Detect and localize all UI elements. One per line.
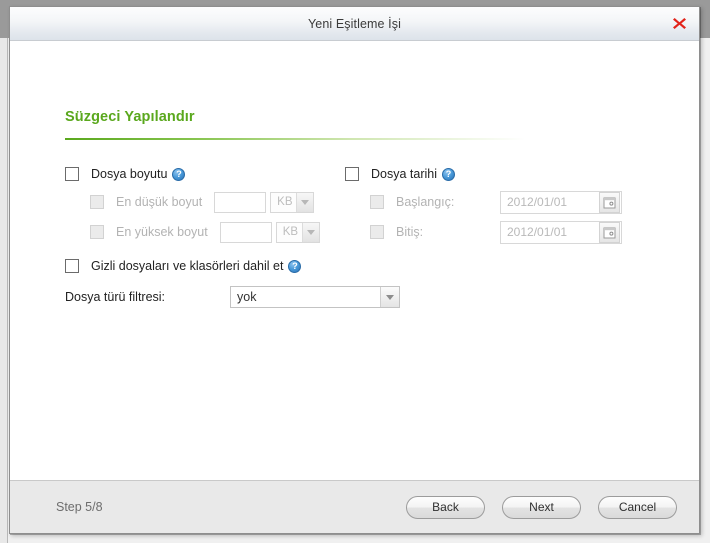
- max-size-label: En yüksek boyut: [116, 225, 208, 239]
- next-button[interactable]: Next: [502, 495, 581, 519]
- max-size-input[interactable]: [219, 221, 272, 243]
- min-size-row: En düşük boyut KB: [65, 191, 345, 213]
- end-date-checkbox[interactable]: [370, 225, 384, 239]
- dialog-footer: Step 5/8 Back Next Cancel: [10, 480, 699, 533]
- hidden-files-label: Gizli dosyaları ve klasörleri dahil et: [91, 259, 284, 273]
- start-date-label: Başlangıç:: [396, 195, 455, 209]
- min-size-unit-value: KB: [277, 196, 293, 208]
- chevron-down-icon: [380, 287, 399, 307]
- section-header: Süzgeci Yapılandır: [65, 109, 525, 140]
- type-filter-select[interactable]: yok: [230, 286, 400, 308]
- start-date-checkbox[interactable]: [370, 195, 384, 209]
- size-and-date-groups: Dosya boyutu ? En düşük boyut KB En yüks…: [65, 165, 665, 244]
- end-date-field[interactable]: 2012/01/01: [500, 220, 622, 244]
- type-filter-label: Dosya türü filtresi:: [65, 290, 166, 304]
- back-button[interactable]: Back: [406, 495, 485, 519]
- max-size-checkbox[interactable]: [90, 225, 104, 239]
- file-size-checkbox-row: Dosya boyutu ?: [65, 165, 345, 183]
- type-filter-row: Dosya türü filtresi: yok: [65, 286, 665, 308]
- section-divider: [65, 138, 525, 140]
- calendar-icon[interactable]: [599, 221, 620, 243]
- min-size-label: En düşük boyut: [116, 195, 203, 209]
- max-size-unit-select[interactable]: KB: [275, 221, 320, 243]
- chevron-down-icon: [301, 222, 319, 242]
- max-size-row: En yüksek boyut KB: [65, 221, 345, 243]
- cancel-button[interactable]: Cancel: [598, 495, 677, 519]
- file-size-checkbox[interactable]: [65, 167, 79, 181]
- step-indicator: Step 5/8: [56, 500, 103, 514]
- file-size-label: Dosya boyutu: [91, 167, 168, 181]
- chevron-down-icon: [296, 192, 314, 212]
- type-filter-value: yok: [237, 290, 257, 304]
- file-size-group: Dosya boyutu ? En düşük boyut KB En yüks…: [65, 165, 345, 243]
- end-date-row: Bitiş: 2012/01/01: [345, 220, 645, 244]
- dialog-body: Süzgeci Yapılandır Dosya boyutu ? En düş…: [10, 41, 699, 480]
- end-date-label: Bitiş:: [396, 225, 424, 239]
- file-size-help-icon[interactable]: ?: [172, 167, 186, 181]
- dialog-titlebar: Yeni Eşitleme İşi: [10, 7, 699, 41]
- hidden-files-checkbox[interactable]: [65, 259, 79, 273]
- hidden-files-help-icon[interactable]: ?: [288, 259, 302, 273]
- file-date-checkbox-row: Dosya tarihi ?: [345, 165, 645, 183]
- min-size-unit-select[interactable]: KB: [270, 191, 315, 213]
- file-date-group: Dosya tarihi ? Başlangıç: 2012/01/01 Bit…: [345, 165, 645, 244]
- min-size-checkbox[interactable]: [90, 195, 104, 209]
- background-left-rail: [0, 38, 8, 543]
- start-date-row: Başlangıç: 2012/01/01: [345, 190, 645, 214]
- end-date-value: 2012/01/01: [507, 225, 568, 239]
- file-date-help-icon[interactable]: ?: [442, 167, 455, 181]
- min-size-input[interactable]: [214, 191, 267, 213]
- new-sync-job-dialog: Yeni Eşitleme İşi Süzgeci Yapılandır Dos…: [9, 6, 700, 534]
- max-size-unit-value: KB: [282, 226, 299, 238]
- hidden-files-row: Gizli dosyaları ve klasörleri dahil et ?: [65, 257, 665, 275]
- start-date-field[interactable]: 2012/01/01: [500, 190, 622, 214]
- calendar-icon[interactable]: [599, 191, 620, 213]
- dialog-title: Yeni Eşitleme İşi: [308, 16, 401, 31]
- file-date-checkbox[interactable]: [345, 167, 359, 181]
- close-icon[interactable]: [669, 14, 689, 34]
- start-date-value: 2012/01/01: [507, 195, 568, 209]
- file-date-label: Dosya tarihi: [371, 167, 437, 181]
- filter-form: Dosya boyutu ? En düşük boyut KB En yüks…: [65, 165, 665, 308]
- page-title: Süzgeci Yapılandır: [65, 109, 195, 125]
